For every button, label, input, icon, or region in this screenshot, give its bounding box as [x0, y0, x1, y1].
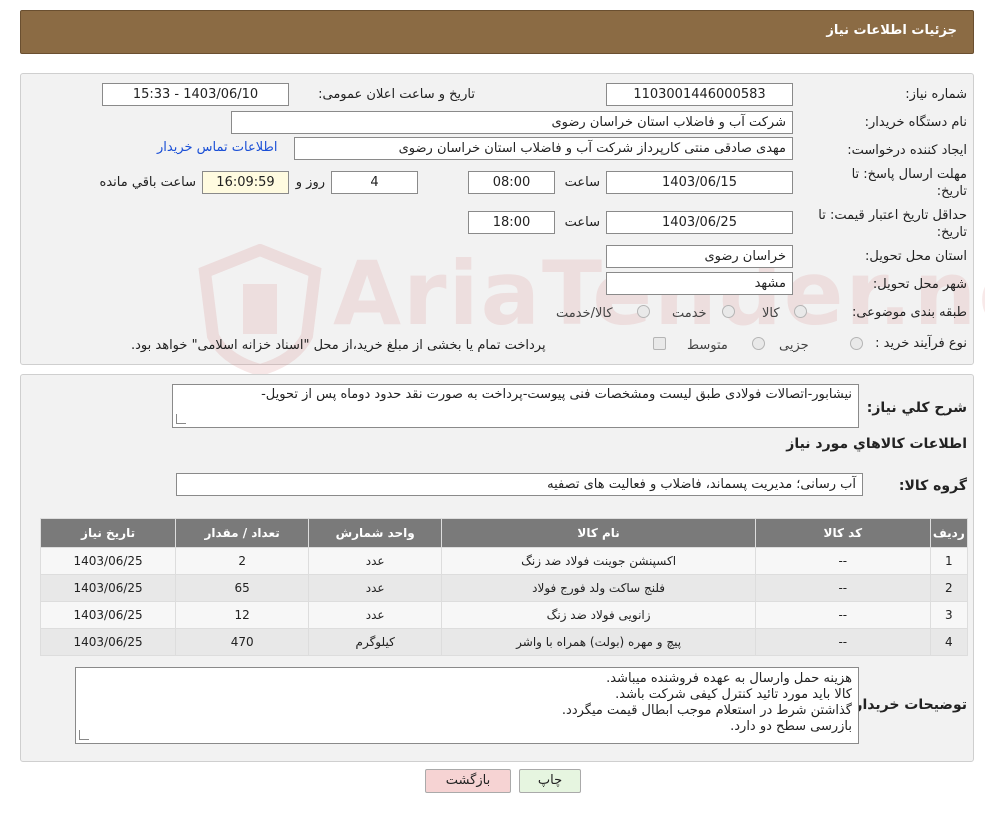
days-field: 4 [331, 171, 418, 194]
watermark-shield-icon [198, 244, 322, 374]
goods-table: ردیف کد کالا نام کالا واحد شمارش تعداد /… [39, 518, 969, 656]
cell-qty: 470 [175, 628, 310, 656]
announce-field: 1403/06/10 - 15:33 [102, 83, 289, 106]
reply-time-label: ساعت [564, 175, 600, 190]
buyer-note-line: کالا باید مورد تائید کنترل کیفی شرکت باش… [615, 687, 852, 702]
cell-name: اکسپنشن جوینت فولاد ضد زنگ [441, 547, 757, 575]
buyer-org-field: شرکت آب و فاضلاب استان خراسان رضوی [231, 111, 793, 134]
cell-name: پیچ و مهره (بولت) همراه با واشر [441, 628, 757, 656]
province-label: استان محل تحویل: [865, 249, 967, 264]
goods-section-title: اطلاعات کالاهاي مورد نياز [786, 436, 967, 452]
page-header: جزئیات اطلاعات نیاز [20, 10, 974, 54]
col-qty: تعداد / مقدار [175, 518, 310, 548]
cell-qty: 12 [175, 601, 310, 629]
cell-unit: عدد [308, 574, 443, 602]
category-label: طبقه بندی موضوعی: [851, 305, 967, 320]
price-validity-label: حداقل تاریخ اعتبار قیمت: تا تاریخ: [818, 208, 967, 240]
buyer-note-line: هزینه حمل وارسال به عهده فروشنده میباشد. [606, 671, 852, 686]
back-button[interactable]: بازگشت [425, 769, 511, 793]
reply-date-field: 1403/06/15 [606, 171, 793, 194]
category-option-goods-service: کالا/خدمت [556, 306, 613, 321]
description-textarea[interactable]: نیشابور-اتصالات فولادی طبق لیست ومشخصات … [172, 384, 859, 428]
resize-handle-icon[interactable] [79, 730, 89, 740]
goods-table-header: ردیف کد کالا نام کالا واحد شمارش تعداد /… [39, 518, 969, 548]
buyer-notes-label: توضیحات خریدار: [848, 697, 967, 713]
category-option-service: خدمت [672, 306, 707, 321]
announce-label: تاریخ و ساعت اعلان عمومی: [318, 87, 475, 102]
col-code: کد کالا [755, 518, 931, 548]
province-field: خراسان رضوی [606, 245, 793, 268]
cell-code: -- [755, 574, 931, 602]
col-index: ردیف [929, 518, 969, 548]
table-row: 3 -- زانویی فولاد ضد زنگ عدد 12 1403/06/… [39, 601, 969, 629]
creator-field: مهدی صادقی منتی کارپرداز شرکت آب و فاضلا… [294, 137, 793, 160]
price-date-field: 1403/06/25 [606, 211, 793, 234]
process-option-minor: جزیی [779, 338, 809, 353]
cell-unit: عدد [308, 601, 443, 629]
category-radio-service[interactable] [722, 305, 735, 318]
reply-time-field: 08:00 [468, 171, 555, 194]
cell-index: 1 [929, 547, 969, 575]
reply-deadline-label: مهلت ارسال پاسخ: تا تاریخ: [851, 167, 967, 199]
buyer-contact-link[interactable]: اطلاعات تماس خریدار [157, 140, 277, 155]
cell-code: -- [755, 547, 931, 575]
cell-qty: 65 [175, 574, 310, 602]
cell-code: -- [755, 628, 931, 656]
need-number-label: شماره نیاز: [905, 87, 967, 102]
process-checkbox-treasury[interactable] [653, 337, 666, 350]
process-treasury-note: پرداخت تمام یا بخشی از مبلغ خرید،از محل … [131, 338, 546, 353]
cell-date: 1403/06/25 [39, 628, 177, 656]
col-name: نام کالا [441, 518, 757, 548]
category-option-goods: کالا [762, 306, 780, 321]
cell-index: 3 [929, 601, 969, 629]
city-field: مشهد [606, 272, 793, 295]
print-button[interactable]: چاپ [519, 769, 581, 793]
col-unit: واحد شمارش [308, 518, 443, 548]
process-radio-minor[interactable] [850, 337, 863, 350]
cell-name: زانویی فولاد ضد زنگ [441, 601, 757, 629]
buyer-note-line: بازرسی سطح دو دارد. [730, 719, 852, 734]
category-radio-goods-service[interactable] [637, 305, 650, 318]
cell-index: 2 [929, 574, 969, 602]
process-label: نوع فرآیند خرید : [875, 336, 967, 351]
description-text: نیشابور-اتصالات فولادی طبق لیست ومشخصات … [261, 387, 852, 402]
need-number-field: 1103001446000583 [606, 83, 793, 106]
remaining-time-field: 16:09:59 [202, 171, 289, 194]
cell-date: 1403/06/25 [39, 574, 177, 602]
remaining-time-label: ساعت باقي مانده [99, 175, 196, 190]
page-title: جزئیات اطلاعات نیاز [826, 23, 957, 38]
price-time-label: ساعت [564, 215, 600, 230]
cell-index: 4 [929, 628, 969, 656]
buyer-notes-textarea[interactable]: هزینه حمل وارسال به عهده فروشنده میباشد.… [75, 667, 859, 744]
table-row: 1 -- اکسپنشن جوینت فولاد ضد زنگ عدد 2 14… [39, 547, 969, 575]
col-date: تاریخ نیاز [39, 518, 177, 548]
cell-unit: کیلوگرم [308, 628, 443, 656]
cell-date: 1403/06/25 [39, 547, 177, 575]
table-row: 2 -- فلنج ساکت ولد فورج فولاد عدد 65 140… [39, 574, 969, 602]
category-radio-goods[interactable] [794, 305, 807, 318]
cell-qty: 2 [175, 547, 310, 575]
city-label: شهر محل تحویل: [872, 277, 967, 292]
creator-label: ایجاد کننده درخواست: [847, 143, 967, 158]
cell-code: -- [755, 601, 931, 629]
table-row: 4 -- پیچ و مهره (بولت) همراه با واشر کیل… [39, 628, 969, 656]
cell-name: فلنج ساکت ولد فورج فولاد [441, 574, 757, 602]
price-time-field: 18:00 [468, 211, 555, 234]
goods-group-label: گروه کالا: [898, 478, 967, 494]
description-label: شرح کلي نياز: [866, 400, 967, 416]
process-option-medium: متوسط [687, 338, 728, 353]
buyer-org-label: نام دستگاه خریدار: [864, 115, 967, 130]
cell-date: 1403/06/25 [39, 601, 177, 629]
process-radio-medium[interactable] [752, 337, 765, 350]
cell-unit: عدد [308, 547, 443, 575]
resize-handle-icon[interactable] [176, 414, 186, 424]
goods-group-field: آب رسانی؛ مدیریت پسماند، فاضلاب و فعالیت… [176, 473, 863, 496]
buyer-note-line: گذاشتن شرط در استعلام موجب ابطال قیمت می… [561, 703, 852, 718]
days-label: روز و [295, 175, 325, 190]
